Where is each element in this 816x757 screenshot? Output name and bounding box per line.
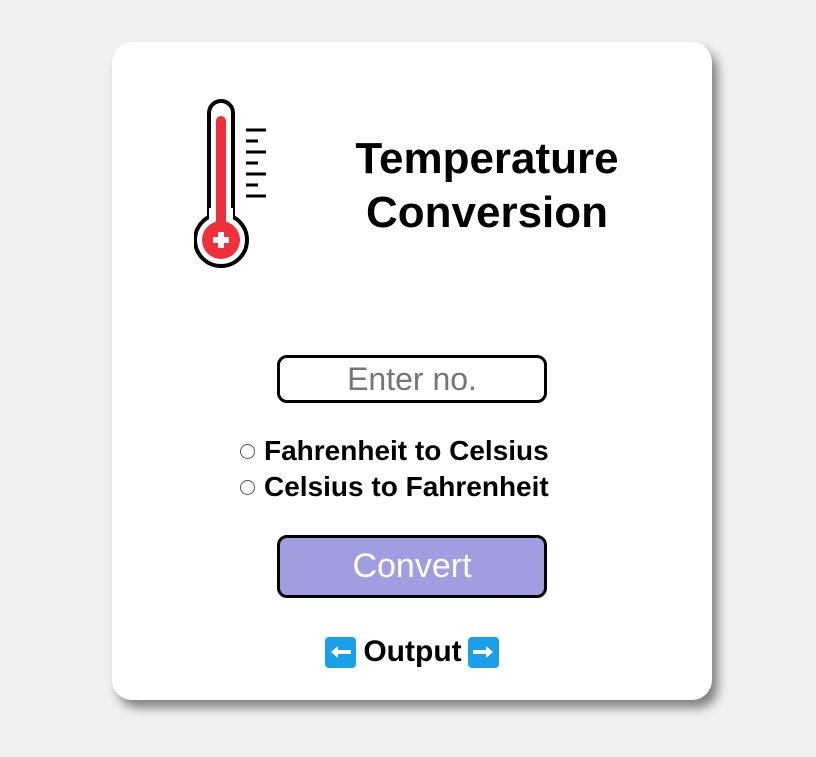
right-arrow-icon [467, 636, 499, 668]
title-line-2: Conversion [365, 188, 609, 237]
left-arrow-icon [325, 636, 357, 668]
title-line-1: Temperature [355, 134, 619, 183]
conversion-options: Fahrenheit to Celsius Celsius to Fahrenh… [240, 433, 600, 505]
radio-c-to-f[interactable] [240, 479, 255, 495]
option-f-to-c[interactable]: Fahrenheit to Celsius [240, 433, 600, 469]
option-f-to-c-label: Fahrenheit to Celsius [264, 435, 549, 466]
convert-button[interactable]: Convert [277, 535, 547, 598]
thermometer-icon [194, 99, 266, 268]
page-title: Temperature Conversion [312, 132, 662, 240]
converter-card: Temperature Conversion Fahrenheit to Cel… [112, 42, 712, 700]
option-c-to-f[interactable]: Celsius to Fahrenheit [240, 469, 600, 505]
output-area: Output [112, 634, 712, 670]
output-label: Output [363, 635, 462, 668]
number-input[interactable] [277, 355, 547, 403]
option-c-to-f-label: Celsius to Fahrenheit [264, 471, 549, 502]
radio-f-to-c[interactable] [240, 443, 255, 459]
